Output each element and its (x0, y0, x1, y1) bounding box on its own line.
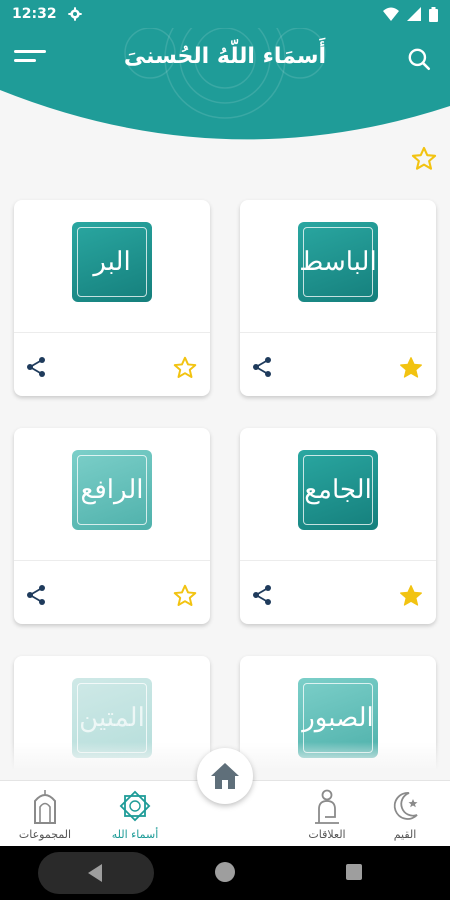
praying-person-icon (315, 789, 339, 824)
name-calligraphy: الجامع (304, 475, 372, 505)
nav-label: أسماء الله (111, 828, 159, 841)
name-calligraphy: البر (93, 247, 131, 277)
card-divider (14, 332, 210, 333)
wifi-icon (383, 7, 399, 21)
back-icon[interactable] (86, 863, 104, 883)
app-screen: 12:32 أَسمَاء اللّهُ الحُسنىَ البر الباس… (0, 0, 450, 900)
card-divider (240, 560, 436, 561)
mosque-door-icon (34, 790, 56, 824)
share-icon[interactable] (24, 583, 48, 607)
favorite-star-filled-icon[interactable] (398, 583, 424, 609)
name-calligraphy: الرافع (80, 475, 144, 505)
settings-icon (67, 7, 82, 21)
home-circle-icon[interactable] (215, 862, 235, 882)
status-bar: 12:32 (0, 0, 450, 28)
nav-label: المجموعات (18, 828, 72, 841)
share-icon[interactable] (250, 355, 274, 379)
share-icon[interactable] (24, 355, 48, 379)
crescent-star-icon (393, 792, 418, 820)
calligraphy-tile: الجامع (298, 450, 378, 530)
page-title: أَسمَاء اللّهُ الحُسنىَ (123, 44, 327, 69)
name-card[interactable]: الجامع (240, 428, 436, 624)
calligraphy-tile: البر (72, 222, 152, 302)
home-icon (211, 763, 239, 789)
name-calligraphy: الباسط (299, 247, 377, 277)
card-divider (240, 332, 436, 333)
star-octagon-icon (119, 790, 151, 822)
nav-item-collections[interactable]: المجموعات (0, 785, 90, 845)
nav-item-relations[interactable]: العلاقات (282, 785, 372, 845)
recents-icon[interactable] (346, 864, 362, 880)
nav-item-values[interactable]: القيم (360, 785, 450, 845)
app-header: أَسمَاء اللّهُ الحُسنىَ (0, 28, 450, 148)
home-button[interactable] (197, 748, 253, 804)
name-card[interactable]: الرافع (14, 428, 210, 624)
card-divider (14, 560, 210, 561)
name-calligraphy: المتين (79, 703, 145, 733)
signal-icon (407, 7, 421, 21)
nav-item-names[interactable]: أسماء الله (90, 785, 180, 845)
name-card[interactable]: الباسط (240, 200, 436, 396)
name-card[interactable]: البر (14, 200, 210, 396)
favorite-star-outline-icon[interactable] (172, 355, 198, 381)
favorites-filter-star-icon[interactable] (410, 145, 438, 173)
nav-label: العلاقات (308, 828, 346, 841)
favorite-star-outline-icon[interactable] (172, 583, 198, 609)
calligraphy-tile: الرافع (72, 450, 152, 530)
system-navigation-bar (0, 846, 450, 900)
name-calligraphy: الصبور (302, 703, 374, 733)
status-time: 12:32 (12, 6, 57, 22)
calligraphy-tile: الباسط (298, 222, 378, 302)
search-icon[interactable] (406, 46, 432, 72)
battery-icon (429, 6, 438, 22)
share-icon[interactable] (250, 583, 274, 607)
favorite-star-filled-icon[interactable] (398, 355, 424, 381)
nav-label: القيم (393, 828, 417, 841)
